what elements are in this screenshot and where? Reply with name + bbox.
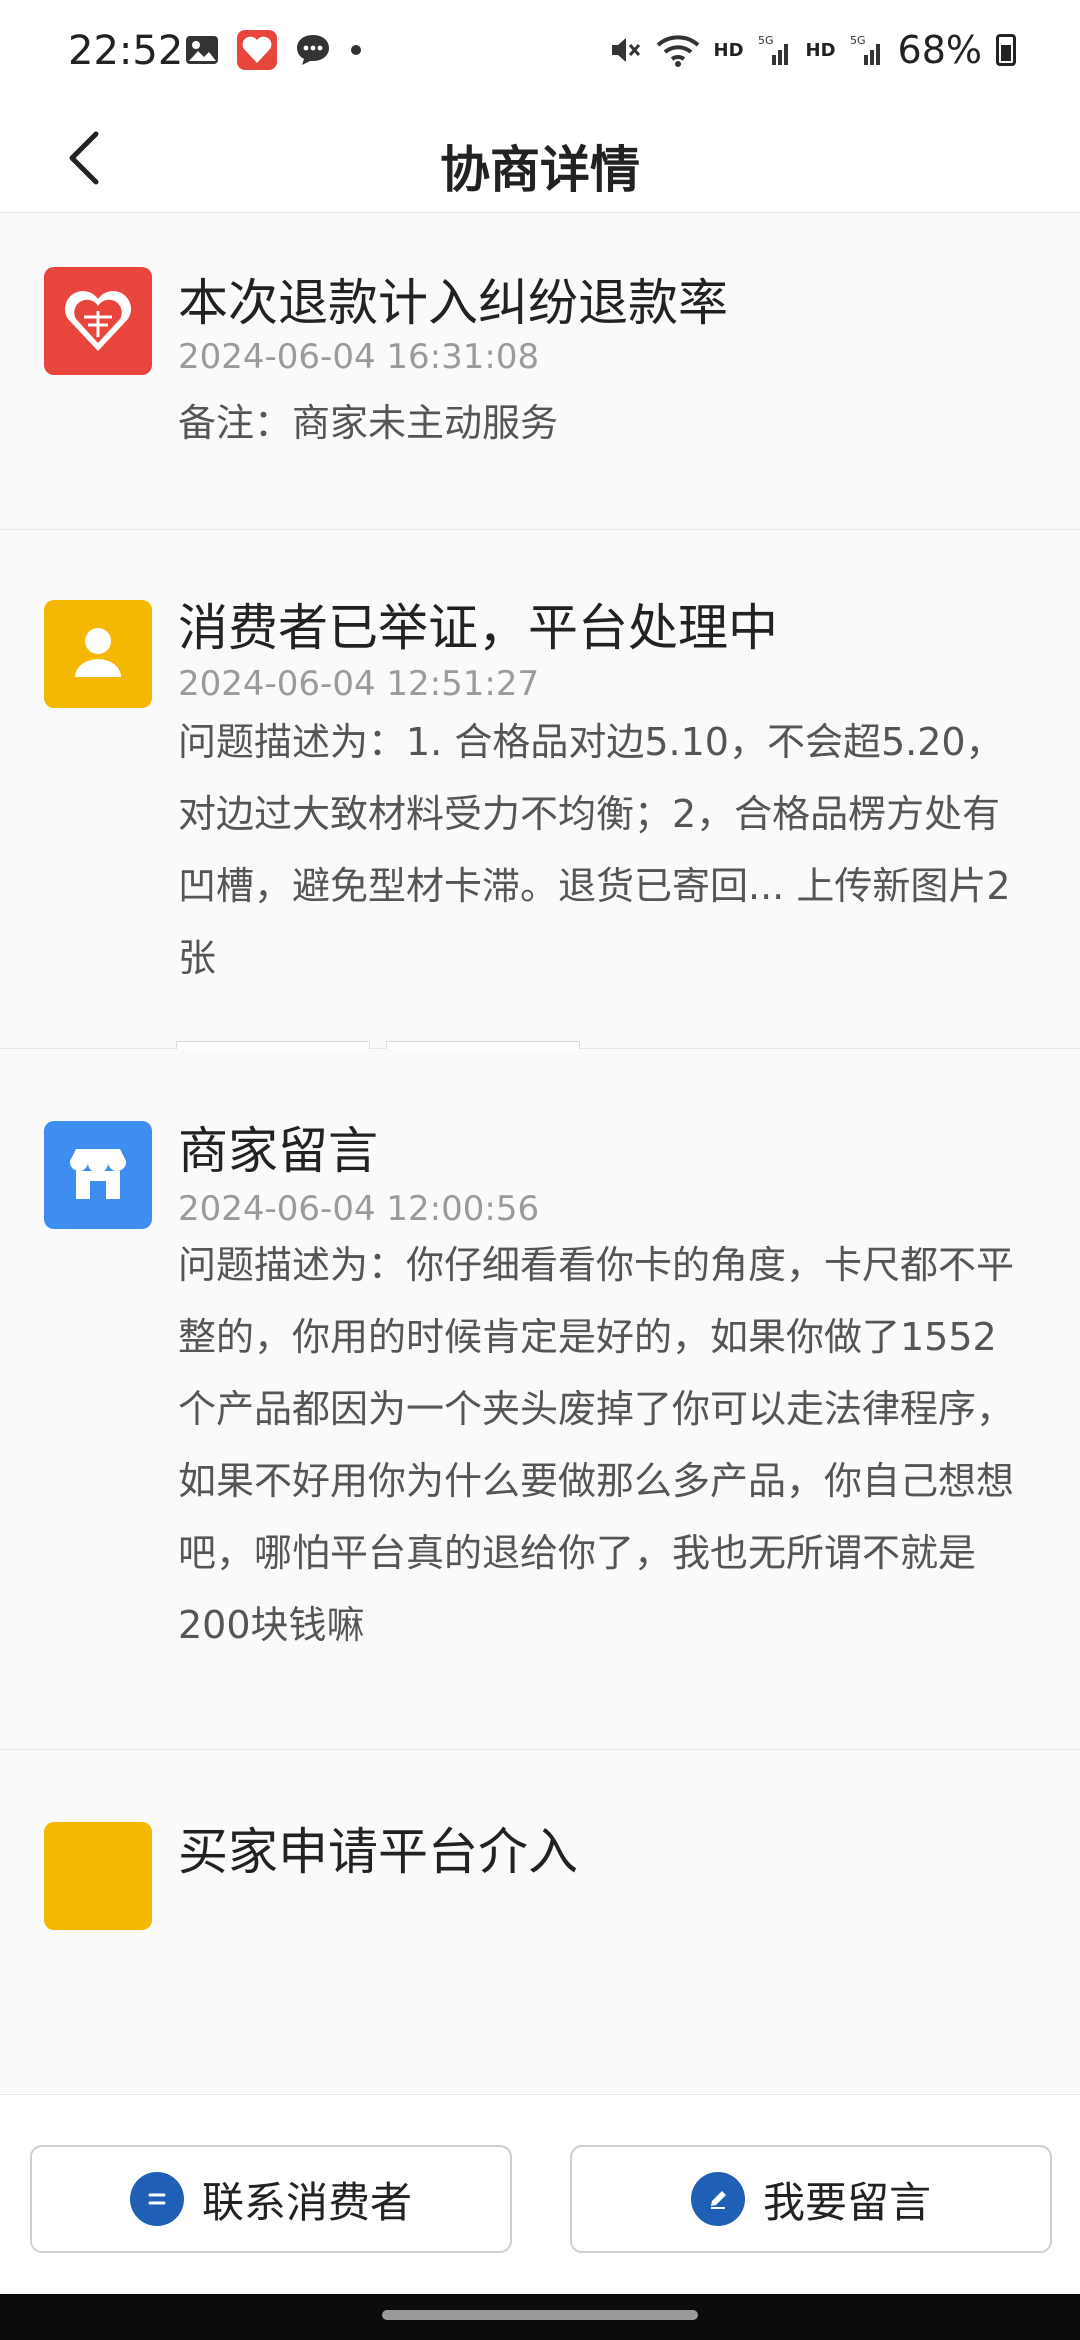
leave-message-button[interactable]: 我要留言 bbox=[570, 2145, 1052, 2253]
contact-consumer-button[interactable]: 联系消费者 bbox=[30, 2145, 512, 2253]
battery-icon bbox=[996, 34, 1016, 66]
chat-icon bbox=[297, 35, 329, 65]
svg-text:5G: 5G bbox=[850, 34, 866, 47]
edit-pencil-icon bbox=[690, 2172, 745, 2226]
mute-icon bbox=[611, 38, 640, 62]
page-header: 协商详情 bbox=[0, 104, 1080, 213]
entry-title: 商家留言 bbox=[178, 1122, 378, 1180]
pinduoduo-logo-icon bbox=[44, 267, 152, 375]
signal-5g-icon-2: 5G bbox=[850, 34, 880, 65]
person-icon bbox=[44, 600, 152, 708]
hd-label: HD bbox=[713, 39, 744, 61]
menu-lines-icon bbox=[129, 2172, 184, 2226]
person-icon bbox=[44, 1822, 152, 1930]
entry-title: 消费者已举证，平台处理中 bbox=[178, 599, 778, 657]
system-icons: HD 5G HD 5G 68% bbox=[608, 28, 1016, 72]
entry-title: 买家申请平台介入 bbox=[178, 1823, 578, 1881]
signal-5g-icon: 5G bbox=[758, 34, 788, 65]
store-icon bbox=[44, 1121, 152, 1229]
contact-consumer-label: 联系消费者 bbox=[201, 2177, 412, 2227]
entry-time: 2024-06-04 12:00:56 bbox=[178, 1189, 540, 1229]
bottom-action-bar: 联系消费者 我要留言 bbox=[0, 2094, 1080, 2295]
entry-title: 本次退款计入纠纷退款率 bbox=[178, 274, 728, 332]
battery-percent: 68% bbox=[897, 28, 982, 72]
system-nav-bar bbox=[0, 2294, 1080, 2340]
timeline-entry: 商家留言 2024-06-04 12:00:56 问题描述为：你仔细看看你卡的角… bbox=[0, 1049, 1080, 1750]
dot-icon bbox=[351, 45, 361, 55]
negotiation-timeline: 本次退款计入纠纷退款率 2024-06-04 16:31:08 备注：商家未主动… bbox=[0, 213, 1080, 2093]
home-gesture-handle[interactable] bbox=[382, 2310, 698, 2320]
hd-label-2: HD bbox=[805, 39, 836, 61]
timeline-entry: 本次退款计入纠纷退款率 2024-06-04 16:31:08 备注：商家未主动… bbox=[0, 213, 1080, 530]
notification-icons bbox=[185, 30, 363, 70]
status-bar: 22:52 HD 5G HD 5G 68% bbox=[0, 0, 1080, 104]
gallery-icon bbox=[186, 36, 218, 64]
entry-time: 2024-06-04 16:31:08 bbox=[178, 337, 540, 377]
status-time: 22:52 bbox=[68, 28, 184, 74]
svg-text:5G: 5G bbox=[758, 34, 774, 47]
entry-note: 备注：商家未主动服务 bbox=[178, 401, 559, 445]
entry-time: 2024-06-04 12:51:27 bbox=[178, 664, 540, 704]
wifi-icon bbox=[656, 35, 699, 67]
leave-message-label: 我要留言 bbox=[762, 2177, 931, 2227]
entry-description: 问题描述为：1. 合格品对边5.10，不会超5.20，对边过大致材料受力不均衡；… bbox=[178, 720, 1011, 980]
timeline-entry: 买家申请平台介入 bbox=[0, 1750, 1080, 1950]
pinduoduo-notification-icon bbox=[237, 30, 277, 70]
entry-description: 问题描述为：你仔细看看你卡的角度，卡尺都不平整的，你用的时候肯定是好的，如果你做… bbox=[178, 1243, 1015, 1647]
timeline-entry: 消费者已举证，平台处理中 2024-06-04 12:51:27 问题描述为：1… bbox=[0, 530, 1080, 1049]
page-title: 协商详情 bbox=[440, 141, 640, 199]
